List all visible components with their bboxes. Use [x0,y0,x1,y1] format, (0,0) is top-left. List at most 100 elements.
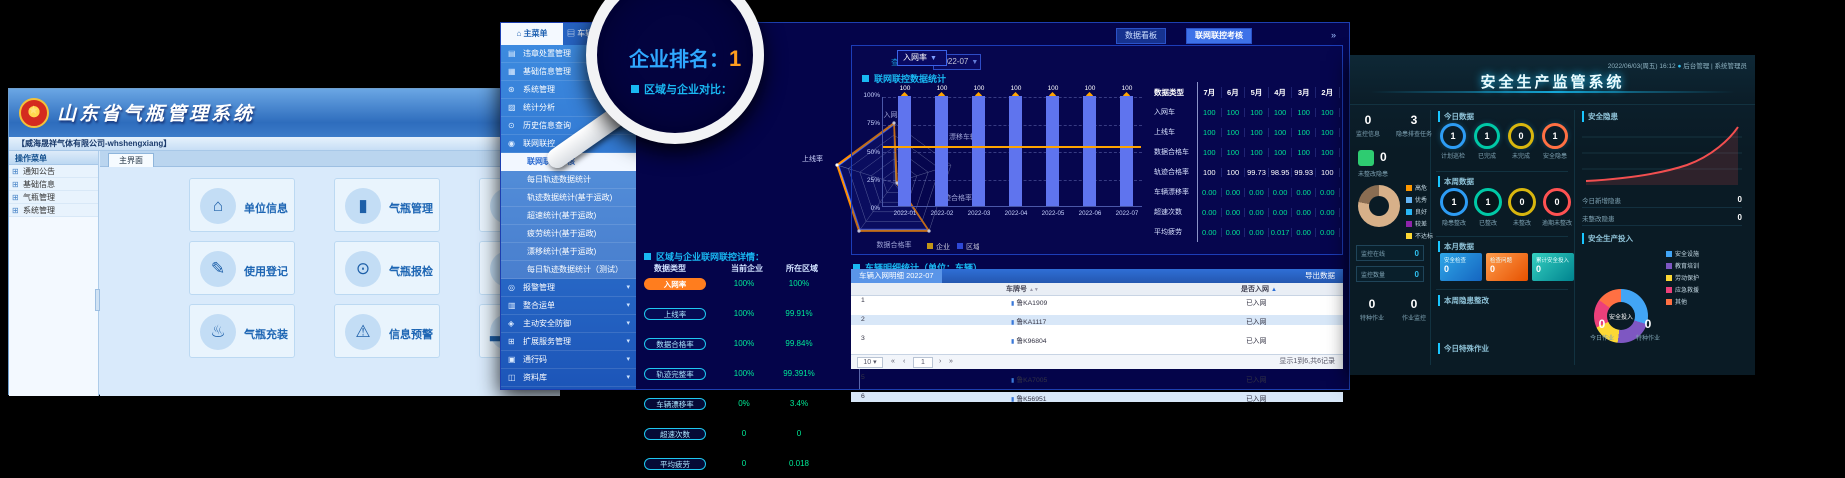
expand-plus-icon[interactable]: ⊞ [12,165,19,178]
month-row-label: 轨迹合格率 [1152,162,1198,182]
badge-ring: 0 [1508,123,1534,149]
sidebar-tree-item[interactable]: ⊞ 通知公告 [9,165,98,178]
dashboard-menu-item[interactable]: ◈ 主动安全防御 ▾ [501,315,636,333]
menu-card[interactable]: ♨ 气瓶充装 [189,304,295,358]
card-icon: ⌂ [200,188,236,224]
bar[interactable] [1083,96,1096,206]
bar[interactable] [1046,96,1059,206]
menu-item-label: 违章处置管理 [523,49,571,58]
tab-vehicle-detail[interactable]: 车辆入网明细 2022-07 [851,269,942,283]
dashboard-menu-item[interactable]: ◎ 报警管理 ▾ [501,279,636,297]
menu-item-label: 主动安全防御 [523,319,571,328]
month-cell: 0.00 [1245,228,1269,237]
menu-card[interactable]: ▮ 气瓶管理 [334,178,440,232]
metric-button[interactable]: 数据合格率 [644,338,706,350]
month-cell: 100 [1316,148,1340,157]
expand-plus-icon[interactable]: ⊞ [12,178,19,191]
stat: 0 监控信息 [1356,113,1380,138]
bar[interactable] [898,96,911,206]
bar[interactable] [935,96,948,206]
next-page-button[interactable]: › [939,357,941,368]
metric-button[interactable]: 车辆漂移率 [644,398,706,410]
status-cell: 已入网 [1246,316,1266,326]
month-cell: 2月 [1316,87,1340,98]
bar-value-label: 100 [924,85,960,92]
table-row[interactable]: 1 ▮鲁KA1909 已入网 [851,296,1343,306]
stat-card[interactable]: 累计安全投入 0 [1532,253,1574,281]
dashboard-menu-item[interactable]: 每日轨迹数据统计 [501,171,636,189]
sort-plate-column[interactable]: 车牌号 ▲▼ [1006,283,1039,297]
status-cell: 已入网 [1246,374,1266,384]
dashboard-menu-item[interactable]: 每日轨迹数据统计（测试） [501,261,636,279]
dashboard-menu-item[interactable]: 疲劳统计(基于运政) [501,225,636,243]
dashboard-menu-item[interactable]: ◫ 资料库 ▾ [501,369,636,387]
export-data-button[interactable]: 导出数据 [1305,269,1335,283]
bar[interactable] [1009,96,1022,206]
compare-section-title: 区域与企业对比： [631,81,732,97]
user-name[interactable]: 后台管理 [1683,63,1709,70]
dashboard-menu-item[interactable]: 漂移统计(基于运政) [501,243,636,261]
rank-value: 1 [729,46,741,71]
menu-card[interactable]: ⚠ 信息预警 [334,304,440,358]
tab-main[interactable]: 主界面 [108,153,154,167]
company-value: 100% [719,309,769,318]
menu-item-label: 超速统计(基于运政) [527,211,596,220]
bar[interactable] [972,96,985,206]
tab-main-menu[interactable]: ⌂ 主菜单 [501,23,563,45]
last-page-button[interactable]: » [949,357,953,368]
table-row[interactable]: 3 ▮鲁K96804 已入网 [851,334,1343,344]
current-page-input[interactable]: 1 [913,357,933,368]
sort-status-column[interactable]: 是否入网 ▲ [1241,283,1277,297]
dashboard-menu-item[interactable]: 超速统计(基于运政) [501,207,636,225]
month-cell: 100 [1316,128,1340,137]
dashboard-menu-item[interactable]: ⊞ 扩展服务管理 ▾ [501,333,636,351]
legend-label: 劳动保护 [1675,273,1699,282]
tab-network-assessment[interactable]: 联网联控考核 [1186,28,1252,44]
prev-page-button[interactable]: ‹ [903,357,905,368]
chevron-down-icon: ▾ [626,333,630,351]
stat-card[interactable]: 检查问题 0 [1486,253,1528,281]
header-user-info: 2022/06/03(周五) 16:12 ● 后台管理 | 系统管理员 [1608,60,1747,70]
tree-item-label: 气瓶管理 [23,193,55,202]
menu-card[interactable]: ✎ 使用登记 [189,241,295,295]
gas-cylinder-window: 山东省气瓶管理系统 【威海晟祥气体有限公司-whshengxiang】 操作菜单… [8,88,560,395]
risk-legend: 高危 优秀 良好 较差 不达标 [1406,183,1433,240]
metric-button[interactable]: 入网率 [644,278,706,290]
tab-data-board[interactable]: 数据看板 [1116,28,1166,44]
metric-button[interactable]: 超速次数 [644,428,706,440]
bar[interactable] [1120,96,1133,206]
table-row[interactable]: 2 ▮鲁KA1117 已入网 [851,315,1343,325]
expand-plus-icon[interactable]: ⊞ [12,191,19,204]
dashboard-menu-item[interactable]: ▣ 通行码 ▾ [501,351,636,369]
table-row[interactable]: 6 ▮鲁K56951 已入网 [851,392,1343,402]
metric-select[interactable]: 入网率▼ [897,50,947,66]
pagination-summary: 显示1到6,共6记录 [1279,357,1335,368]
page-size-select[interactable]: 10 ▾ [857,357,883,368]
metric-button[interactable]: 平均疲劳 [644,458,706,470]
sidebar-tree-item[interactable]: ⊞ 基础信息 [9,178,98,191]
table-row[interactable]: 5 ▮鲁KA7005 已入网 [851,373,1343,383]
expand-plus-icon[interactable]: ⊞ [12,204,19,217]
row-number: 5 [861,374,865,381]
month-cell: 0.00 [1316,188,1340,197]
menu-item-label: 每日轨迹数据统计（测试） [527,265,623,274]
menu-card[interactable]: ⊙ 气瓶报检 [334,241,440,295]
metric-button[interactable]: 轨迹完整率 [644,368,706,380]
stat-label: 今日作业 [1590,333,1614,342]
sidebar-tree-item[interactable]: ⊞ 气瓶管理 [9,191,98,204]
metric-button[interactable]: 上线率 [644,308,706,320]
menu-card[interactable]: ⌂ 单位信息 [189,178,295,232]
tab-overflow-icon[interactable]: » [1331,30,1336,40]
month-cell: 5月 [1245,87,1269,98]
month-cell: 0.00 [1222,228,1246,237]
month-cell: 100 [1316,108,1340,117]
dashboard-menu-item[interactable]: ▥ 整合运单 ▾ [501,297,636,315]
first-page-button[interactable]: « [891,357,895,368]
legend-item: 优秀 [1406,195,1433,204]
dashboard-menu-item[interactable]: 轨迹数据统计(基于运政) [501,189,636,207]
row-number: 2 [861,316,865,323]
home-icon: ⌂ [516,29,523,38]
stat-card[interactable]: 安全检查 0 [1440,253,1482,281]
sidebar-tree-item[interactable]: ⊞ 系统管理 [9,204,98,217]
y-axis-ticks: 100%75%50%25%0% [854,92,880,212]
